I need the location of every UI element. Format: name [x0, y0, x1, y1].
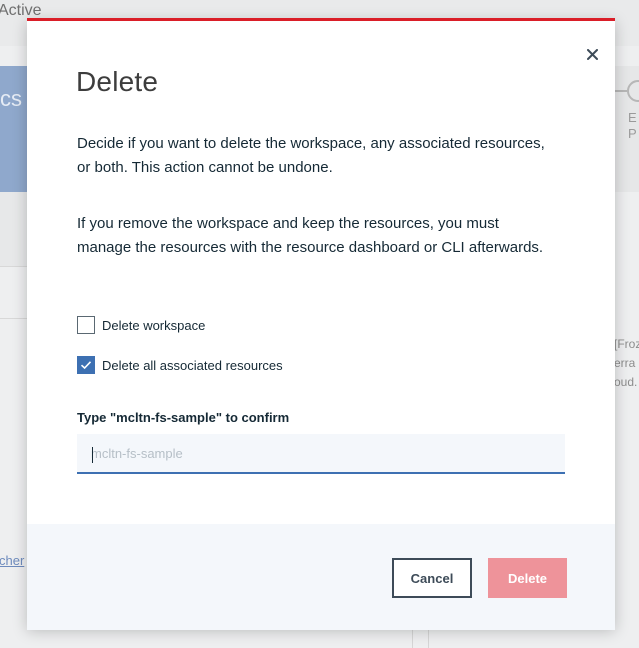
- delete-workspace-checkbox[interactable]: Delete workspace: [77, 316, 205, 334]
- background-strip: [0, 192, 28, 266]
- background-card-text: cs: [0, 86, 22, 111]
- background-snippet: [Froz: [614, 337, 639, 351]
- delete-button[interactable]: Delete: [488, 558, 567, 598]
- background-divider: [412, 628, 413, 648]
- background-divider: [428, 628, 429, 648]
- modal-title: Delete: [76, 66, 159, 97]
- background-divider: [0, 318, 28, 319]
- modal-footer: Cancel Delete: [27, 524, 615, 630]
- checkbox-checked-icon[interactable]: [77, 356, 95, 374]
- confirm-field-label: Type "mcltn-fs-sample" to confirm: [77, 410, 290, 425]
- confirm-name-input[interactable]: [77, 434, 565, 474]
- background-snippet: oud.: [614, 375, 638, 389]
- text-cursor: [92, 447, 93, 463]
- checkbox-unchecked-icon[interactable]: [77, 316, 95, 334]
- background-step-line: [615, 90, 627, 92]
- background-snippet: erra: [614, 356, 636, 370]
- checkmark-icon: [80, 361, 92, 370]
- background-link: cher: [0, 553, 25, 568]
- background-step-label: P: [628, 126, 637, 141]
- background-step-label: E: [628, 110, 637, 125]
- modal-description: Decide if you want to delete the workspa…: [77, 135, 545, 176]
- delete-resources-checkbox[interactable]: Delete all associated resources: [77, 356, 283, 374]
- close-icon[interactable]: [586, 48, 598, 60]
- background-divider: [0, 266, 28, 267]
- checkbox-label: Delete workspace: [102, 317, 206, 333]
- checkbox-label: Delete all associated resources: [102, 357, 283, 373]
- delete-modal: Delete Decide if you want to delete the …: [27, 18, 615, 630]
- cancel-button[interactable]: Cancel: [392, 558, 472, 598]
- close-button[interactable]: [580, 42, 604, 66]
- background-blue-card: [0, 66, 28, 192]
- modal-warning-text: If you remove the workspace and keep the…: [77, 215, 544, 256]
